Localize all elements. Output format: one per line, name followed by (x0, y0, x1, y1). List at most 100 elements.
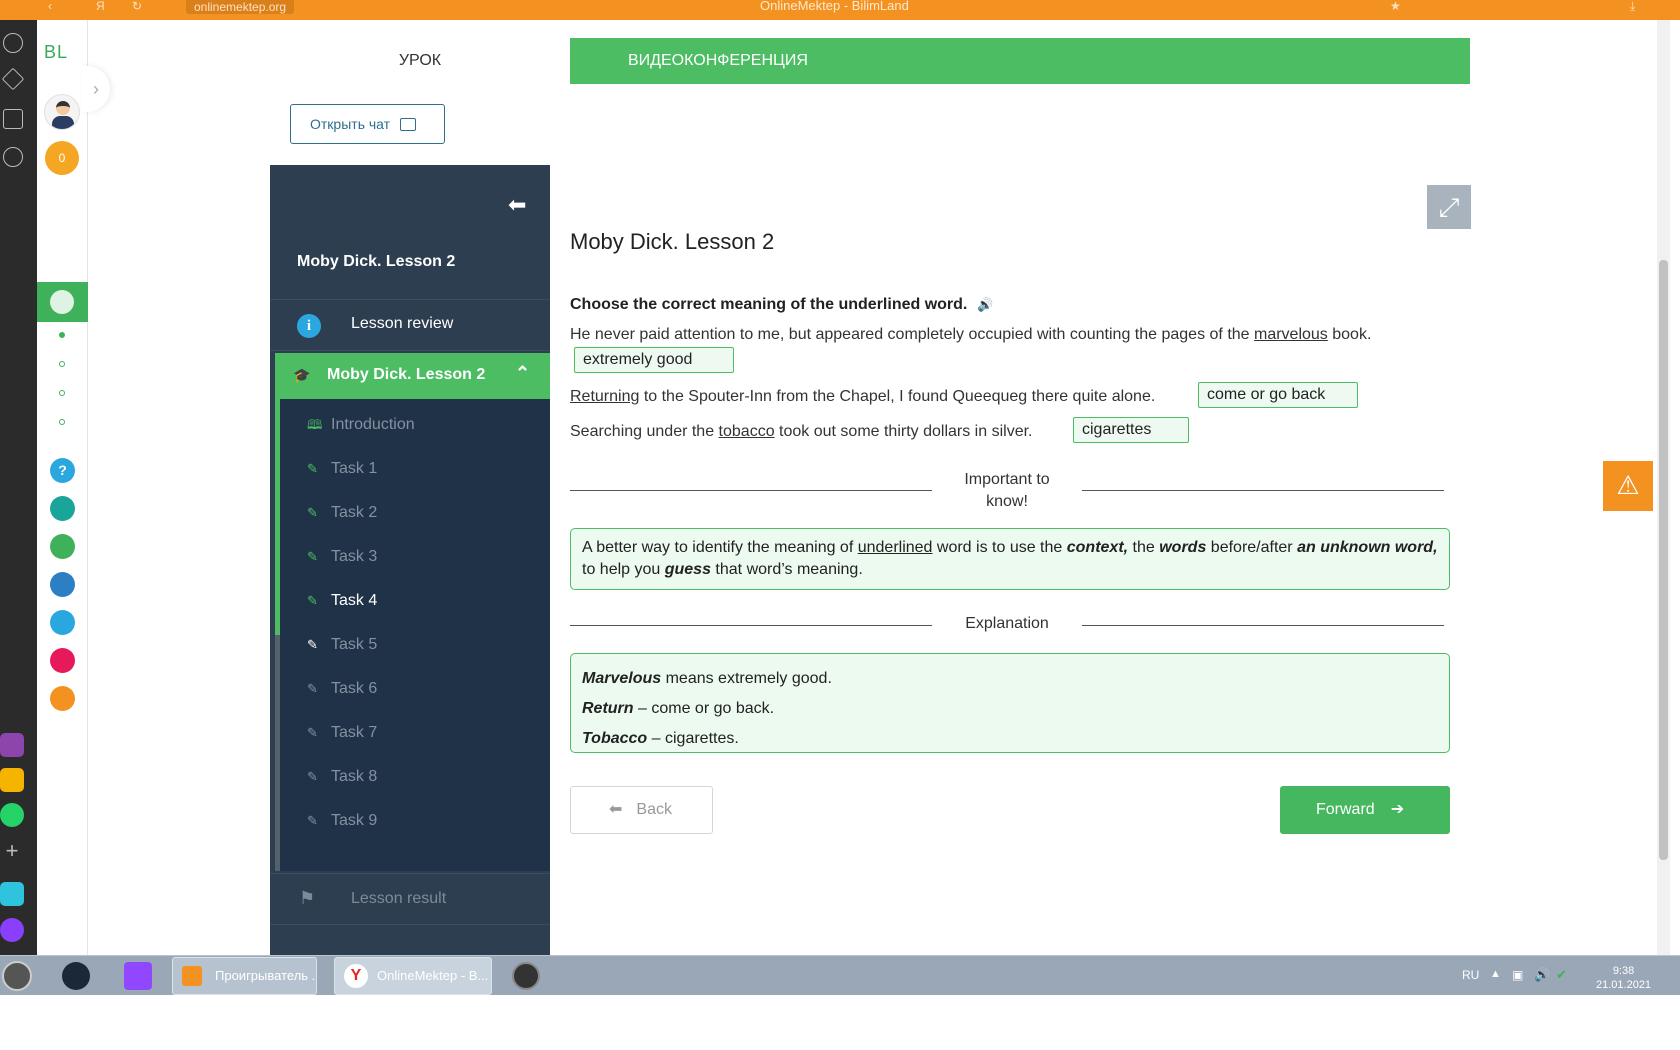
explanation-heading: Explanation (965, 615, 1049, 632)
steam-icon[interactable] (62, 962, 90, 990)
tests-app-icon[interactable] (50, 610, 75, 635)
nav-item-label: Task 5 (331, 636, 378, 653)
forward-button[interactable]: Forward ➔ (1280, 786, 1450, 834)
note-emphasis: context, (1066, 539, 1129, 556)
other-app-icon[interactable] (50, 686, 75, 711)
open-chat-label: Открыть чат (310, 116, 391, 132)
sentence-3: Searching under the tobacco took out som… (570, 423, 1032, 441)
nav-item-task-7[interactable]: ✎ Task 7 (307, 724, 377, 748)
step-dot[interactable] (59, 419, 65, 425)
mail-app-icon[interactable] (0, 768, 24, 792)
taskbar-label: OnlineMektep - B... (377, 968, 489, 983)
explanation-term: Tobacco (582, 730, 648, 747)
nav-item-label: Task 3 (331, 548, 378, 565)
nav-item-label: Task 4 (331, 592, 378, 609)
nav-result-label: Lesson result (351, 890, 447, 907)
clock[interactable]: 9:38 21.01.2021 (1596, 964, 1651, 992)
explanation-text: – come or go back. (633, 700, 775, 717)
back-button[interactable]: ⬅ Back (570, 786, 713, 834)
history-icon[interactable] (3, 33, 23, 53)
note-text: A better way to identify the meaning of (582, 539, 858, 556)
back-arrow-icon[interactable]: ‹ (48, 0, 52, 12)
scrollbar[interactable] (1657, 20, 1670, 958)
nav-item-task-3[interactable]: ✎ Task 3 (307, 548, 377, 572)
divider-line (1082, 490, 1444, 491)
report-warning-icon[interactable]: ⚠ (1603, 461, 1653, 511)
tab-videoconference[interactable]: ВИДЕОКОНФЕРЕНЦИЯ (570, 38, 1470, 84)
twitch-app-icon[interactable] (0, 733, 24, 757)
nav-item-label: Task 9 (331, 812, 378, 829)
bilimland-logo[interactable]: BL (44, 42, 68, 63)
address-bar[interactable]: onlinemektep.org (186, 0, 295, 14)
start-icon[interactable] (2, 961, 32, 991)
language-indicator[interactable]: RU (1462, 968, 1479, 982)
forward-label: Forward (1316, 801, 1375, 818)
chevron-up-icon[interactable]: ⌃ (515, 363, 530, 384)
game-icon[interactable] (512, 962, 540, 990)
add-app-icon[interactable]: + (0, 840, 24, 864)
security-icon[interactable]: ✔ (1556, 967, 1567, 983)
nav-item-introduction[interactable]: 🕮 Introduction (307, 416, 415, 440)
important-note: A better way to identify the meaning of … (570, 528, 1450, 590)
sidebar-toggle-chevron-icon[interactable]: › (82, 66, 110, 112)
underlined-word: tobacco (718, 423, 775, 440)
nav-item-task-1[interactable]: ✎ Task 1 (307, 460, 377, 484)
messenger-app-icon[interactable] (0, 882, 24, 906)
favorites-icon[interactable] (1, 67, 25, 91)
page-title: Moby Dick. Lesson 2 (570, 229, 775, 254)
graduation-cap-icon: 🎓 (293, 367, 311, 383)
step-dot[interactable] (59, 332, 65, 338)
edit-icon: ✎ (307, 549, 318, 564)
network-icon[interactable]: ▣ (1512, 968, 1523, 982)
open-chat-button[interactable]: Открыть чат (290, 104, 445, 144)
clock-date: 21.01.2021 (1596, 979, 1652, 991)
bilimland-app-icon[interactable] (50, 534, 75, 559)
lesson-nav: ⬅ Moby Dick. Lesson 2 i Lesson review 🎓 … (270, 165, 550, 958)
yandex-icon[interactable]: Я (96, 0, 105, 12)
reload-icon[interactable]: ↻ (132, 0, 142, 12)
bilimbook-app-icon[interactable] (50, 572, 75, 597)
alice-app-icon[interactable] (0, 918, 24, 942)
underlined-word: Returning (570, 388, 640, 405)
nav-item-task-6[interactable]: ✎ Task 6 (307, 680, 377, 704)
fullscreen-expand-icon[interactable]: ⤢ (1427, 185, 1471, 229)
nav-lesson-review[interactable]: i Lesson review (270, 299, 550, 351)
scroll-thumb[interactable] (1659, 260, 1668, 860)
nav-lesson-title: Moby Dick. Lesson 2 (297, 253, 456, 270)
tray-expand-icon[interactable]: ▲ (1490, 968, 1501, 980)
flag-icon: ⚑ (299, 888, 316, 908)
answer-field-2[interactable]: come or go back (1198, 382, 1358, 408)
clock-time: 9:38 (1612, 965, 1635, 977)
volume-icon[interactable]: 🔊 (1534, 967, 1550, 983)
avatar[interactable] (44, 94, 80, 130)
blank-area (0, 995, 1680, 1050)
nav-lesson-result[interactable]: ⚑ Lesson result (270, 873, 550, 925)
download-icon[interactable]: ⤓ (1630, 0, 1635, 12)
active-app-onlinemektep[interactable] (37, 282, 88, 322)
nav-item-task-5[interactable]: ✎ Task 5 (307, 636, 377, 660)
step-dot[interactable] (59, 390, 65, 396)
tab-lesson[interactable]: УРОК (270, 38, 570, 84)
twig-app-icon[interactable] (50, 648, 75, 673)
note-emphasis: words (1159, 539, 1207, 556)
collections-icon[interactable] (3, 109, 23, 129)
pisa-app-icon[interactable] (50, 496, 75, 521)
play-icon[interactable] (3, 147, 23, 167)
nav-current-lesson[interactable]: 🎓 Moby Dick. Lesson 2 ⌃ (275, 353, 550, 399)
help-icon[interactable]: ? (50, 458, 75, 483)
back-arrow-icon[interactable]: ⬅ (508, 192, 526, 218)
bookmark-icon[interactable]: ★ (1390, 0, 1401, 12)
windows-taskbar: Проигрыватель ... OnlineMektep - B... Y … (0, 955, 1680, 995)
whatsapp-app-icon[interactable] (0, 803, 24, 827)
nav-item-task-4[interactable]: ✎ Task 4 (307, 592, 377, 616)
nav-current-label: Moby Dick. Lesson 2 (327, 366, 486, 383)
nav-item-task-9[interactable]: ✎ Task 9 (307, 812, 377, 836)
answer-field-3[interactable]: cigarettes (1073, 417, 1189, 443)
nav-item-task-2[interactable]: ✎ Task 2 (307, 504, 377, 528)
twitch-icon[interactable] (124, 962, 152, 990)
coins-badge[interactable]: 0 (45, 141, 79, 175)
nav-item-task-8[interactable]: ✎ Task 8 (307, 768, 377, 792)
step-dot[interactable] (59, 361, 65, 367)
speaker-icon[interactable]: 🔊 (977, 297, 993, 312)
answer-field-1[interactable]: extremely good (574, 347, 734, 373)
